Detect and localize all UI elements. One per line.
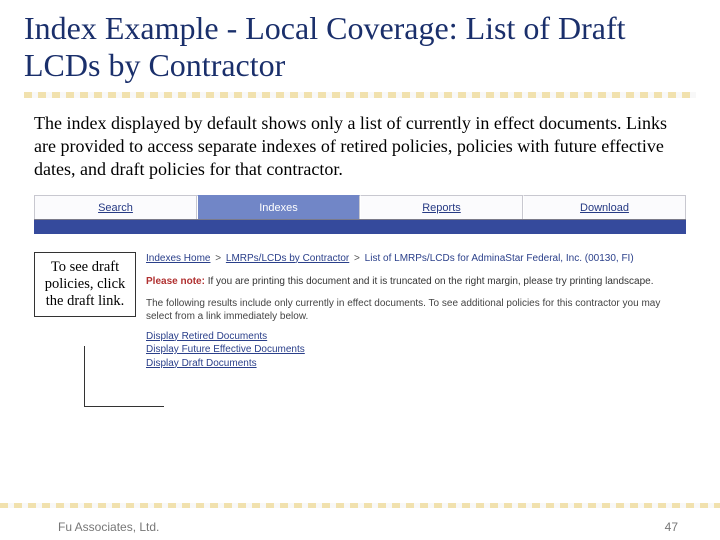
page-content: Indexes Home > LMRPs/LCDs by Contractor … [146,252,686,371]
document-links: Display Retired Documents Display Future… [146,330,686,371]
slide-number: 47 [665,520,678,534]
link-retired-documents[interactable]: Display Retired Documents [146,330,686,344]
footer: Fu Associates, Ltd. 47 [0,520,720,534]
header-bar [34,220,686,234]
please-note-label: Please note: [146,276,205,287]
tab-download[interactable]: Download [523,195,686,219]
results-note: The following results include only curre… [146,297,686,324]
link-draft-documents[interactable]: Display Draft Documents [146,357,686,371]
tab-reports[interactable]: Reports [360,195,523,219]
please-note-text: If you are printing this document and it… [208,276,654,287]
footer-company: Fu Associates, Ltd. [58,520,159,534]
tab-search[interactable]: Search [34,195,197,219]
body-paragraph: The index displayed by default shows onl… [0,98,720,191]
title-underline [24,92,696,98]
callout-box: To see draft policies, click the draft l… [34,252,136,317]
breadcrumb-level2[interactable]: LMRPs/LCDs by Contractor [226,253,349,264]
breadcrumb-current: List of LMRPs/LCDs for AdminaStar Federa… [365,253,634,264]
tab-row: Search Indexes Reports Download [34,195,686,220]
slide-title: Index Example - Local Coverage: List of … [24,10,696,84]
breadcrumb-home[interactable]: Indexes Home [146,253,210,264]
tab-indexes[interactable]: Indexes [197,195,360,219]
breadcrumb: Indexes Home > LMRPs/LCDs by Contractor … [146,252,686,266]
embedded-screenshot: Search Indexes Reports Download To see d… [34,195,686,371]
print-note: Please note: If you are printing this do… [146,275,686,289]
link-future-documents[interactable]: Display Future Effective Documents [146,343,686,357]
footer-divider [0,503,720,508]
callout-connector [84,346,85,406]
